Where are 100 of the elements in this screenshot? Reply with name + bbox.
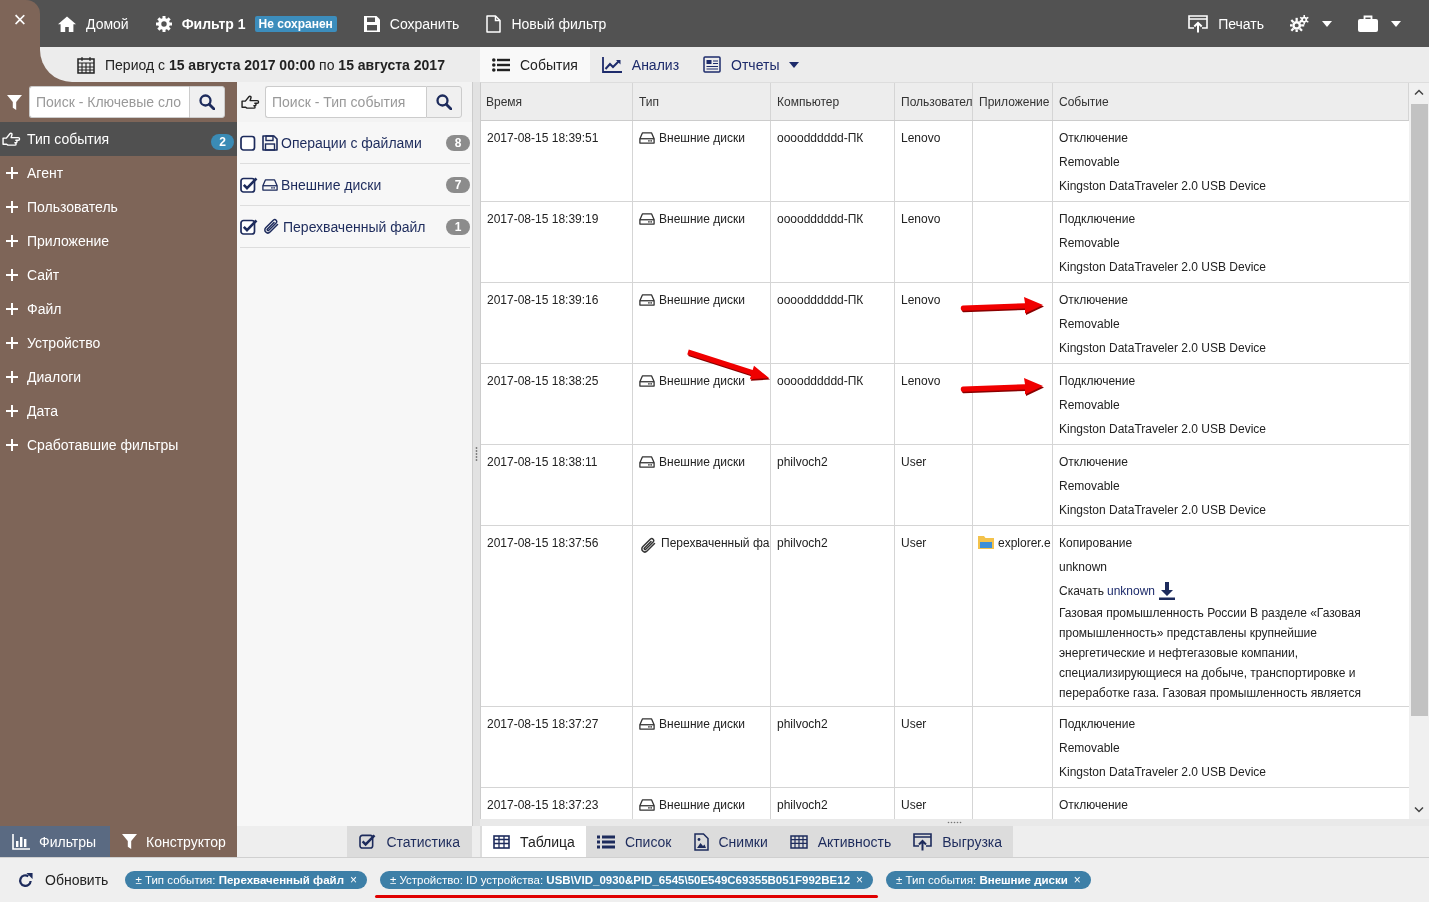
- new-filter-button[interactable]: Новый фильтр: [486, 14, 607, 33]
- table-cell-text: Внешние диски: [659, 373, 745, 390]
- refresh-button[interactable]: Обновить: [18, 872, 109, 888]
- event-type-link[interactable]: Операции с файлами: [281, 134, 443, 151]
- remove-button[interactable]: ×: [1073, 874, 1081, 886]
- pointing-hand-icon: [2, 131, 21, 147]
- sidebar-item[interactable]: Диалоги: [0, 360, 237, 394]
- checkbox[interactable]: [240, 176, 258, 193]
- event-line: Kingston DataTraveler 2.0 USB Device: [1059, 502, 1267, 519]
- caret-icon: [1322, 20, 1332, 27]
- column-header[interactable]: Время: [481, 83, 633, 120]
- filter-chip[interactable]: ± Тип события: Перехваченный файл ×: [125, 871, 367, 889]
- sidebar-item[interactable]: Сайт: [0, 258, 237, 292]
- view-mode-tab[interactable]: Таблица: [482, 826, 586, 857]
- grip-icon: [475, 447, 478, 461]
- count-badge: 8: [446, 134, 470, 151]
- print-icon: [1188, 14, 1209, 33]
- event-type-search-field[interactable]: Поиск - Тип события: [265, 86, 426, 118]
- event-line: Removable: [1059, 397, 1121, 414]
- view-tab[interactable]: Анализ: [589, 47, 692, 82]
- statistics-button[interactable]: Статистика: [347, 826, 472, 857]
- download-icon[interactable]: [1158, 582, 1177, 600]
- view-tab[interactable]: События: [480, 47, 590, 82]
- print-button[interactable]: Печать: [1188, 14, 1264, 33]
- sidebar-item[interactable]: Тип события 2: [0, 122, 237, 156]
- event-type-link[interactable]: Перехваченный файл: [283, 218, 443, 235]
- table-cell: philvoch2: [777, 798, 828, 812]
- view-mode-tab[interactable]: Список: [585, 826, 683, 857]
- sidebar-item[interactable]: Агент: [0, 156, 237, 190]
- plus-icon: [6, 439, 18, 451]
- search-button[interactable]: [189, 86, 225, 118]
- column-header[interactable]: Пользовател: [895, 83, 973, 120]
- filter-chip[interactable]: ± Тип события: Внешние диски ×: [886, 871, 1091, 889]
- report-icon: [703, 56, 722, 73]
- table-cell: philvoch2: [777, 717, 828, 731]
- scroll-down-icon[interactable]: [1414, 807, 1424, 813]
- sidebar-item[interactable]: Сработавшие фильтры: [0, 428, 237, 462]
- view-mode-tab[interactable]: Выгрузка: [902, 826, 1014, 857]
- home-button[interactable]: Домой: [58, 15, 129, 32]
- sidebar-item[interactable]: Файл: [0, 292, 237, 326]
- event-line: Подключение: [1059, 211, 1137, 228]
- table-cell-text: Внешние диски: [659, 211, 745, 228]
- briefcase-menu-button[interactable]: [1358, 15, 1401, 32]
- event-line: Отключение: [1059, 130, 1129, 147]
- column-header[interactable]: Тип: [633, 83, 771, 120]
- drive-icon: [639, 375, 655, 387]
- folder-icon: [978, 535, 994, 549]
- sidebar-item[interactable]: Дата: [0, 394, 237, 428]
- event-line: Отключение: [1059, 454, 1129, 471]
- sidebar-item[interactable]: Приложение: [0, 224, 237, 258]
- event-line: Подключение: [1059, 373, 1137, 390]
- paperclip-icon: [639, 537, 657, 555]
- export-icon: [913, 832, 933, 851]
- keyword-search-field[interactable]: Поиск - Ключевые сло: [29, 86, 189, 118]
- table-cell: philvoch2: [777, 536, 828, 550]
- search-button[interactable]: [426, 86, 462, 118]
- plus-icon: [6, 269, 18, 281]
- view-mode-tab[interactable]: Снимки: [682, 826, 779, 857]
- event-line: Kingston DataTraveler 2.0 USB Device: [1059, 764, 1267, 781]
- drive-icon: [262, 178, 278, 191]
- panel-tab[interactable]: Конструктор: [110, 826, 238, 857]
- table-cell: User: [895, 707, 973, 787]
- save-button[interactable]: Сохранить: [363, 15, 460, 32]
- close-button[interactable]: ×: [0, 0, 40, 47]
- remove-button[interactable]: ×: [349, 874, 357, 886]
- table-cell: User: [895, 445, 973, 525]
- settings-menu-button[interactable]: [1290, 15, 1332, 32]
- period-text: Период с 15 августа 2017 00:00 по 15 августа 2017: [105, 56, 445, 73]
- drive-icon: [639, 456, 655, 468]
- home-icon: [58, 15, 76, 32]
- table-icon: [493, 834, 510, 849]
- event-line: Removable: [1059, 235, 1121, 252]
- plus-icon: [6, 337, 18, 349]
- count-badge: 2: [211, 134, 234, 150]
- checkbox[interactable]: [240, 218, 258, 235]
- checkbox-tick-icon: [359, 834, 377, 849]
- view-tab[interactable]: Отчеты: [691, 47, 812, 82]
- table-cell: User: [895, 526, 973, 706]
- event-type-link[interactable]: Внешние диски: [281, 176, 443, 193]
- plus-icon: [6, 235, 18, 247]
- column-header[interactable]: Приложение: [973, 83, 1053, 120]
- list-icon: [596, 834, 615, 849]
- remove-button[interactable]: ×: [856, 874, 864, 886]
- scrollbar-thumb[interactable]: [1410, 104, 1428, 716]
- table-cell-text: Внешние диски: [659, 797, 745, 814]
- table-cell: Lenovo: [895, 121, 973, 201]
- download-link[interactable]: unknown: [1107, 579, 1156, 603]
- sidebar-item[interactable]: Устройство: [0, 326, 237, 360]
- view-mode-tab[interactable]: Активность: [778, 826, 903, 857]
- table-cell-text: Внешние диски: [659, 454, 745, 471]
- refresh-icon: [18, 872, 33, 888]
- scroll-up-icon[interactable]: [1414, 89, 1424, 95]
- column-header[interactable]: Компьютер: [771, 83, 895, 120]
- sidebar-item[interactable]: Пользователь: [0, 190, 237, 224]
- panel-tab[interactable]: Фильтры: [0, 826, 110, 857]
- checkbox[interactable]: [240, 134, 258, 151]
- table-cell-text: Внешние диски: [659, 292, 745, 309]
- drive-icon: [639, 718, 655, 730]
- drive-icon: [639, 132, 655, 144]
- event-line: Kingston DataTraveler 2.0 USB Device: [1059, 340, 1267, 357]
